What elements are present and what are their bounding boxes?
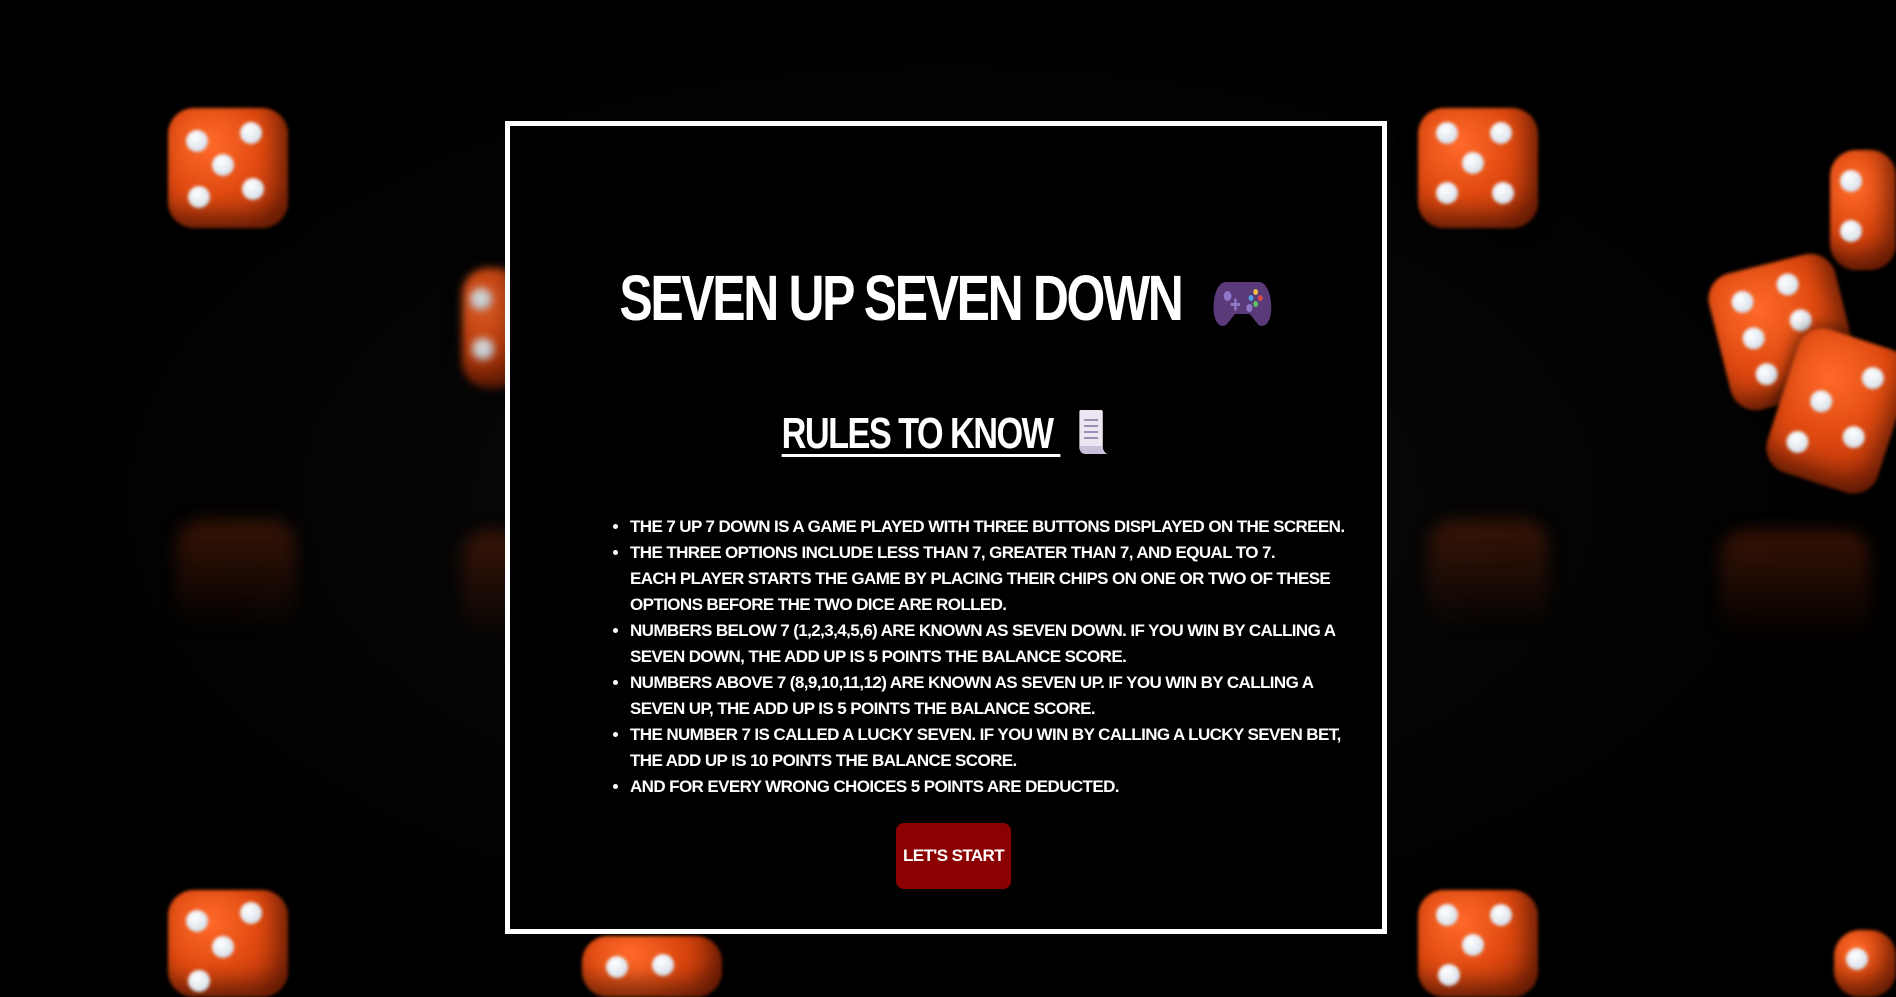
dice-decoration	[582, 936, 722, 997]
list-item: And for every wrong choices 5 points are…	[630, 774, 1352, 800]
rules-heading-text: RULES TO KNOW	[781, 409, 1054, 458]
page-title-text: SEVEN UP SEVEN DOWN	[619, 262, 1183, 334]
dice-decoration	[1830, 150, 1896, 270]
dice-reflection	[1720, 530, 1870, 640]
rules-panel: SEVEN UP SEVEN DOWN RULES TO KNOW • THE …	[505, 121, 1387, 934]
list-item: Numbers above 7 (8,9,10,11,12) are known…	[630, 670, 1352, 722]
game-screen: SEVEN UP SEVEN DOWN RULES TO KNOW • THE …	[0, 0, 1896, 997]
list-item: The three options include less than 7, g…	[630, 540, 1352, 618]
dice-reflection	[176, 520, 296, 630]
game-controller-icon	[1212, 269, 1273, 326]
dice-decoration	[1834, 930, 1896, 997]
start-button[interactable]: LET'S START	[896, 823, 1011, 889]
scroll-icon	[1074, 408, 1110, 458]
rules-list: The 7 up 7 down is a game played with th…	[608, 514, 1352, 800]
dice-decoration	[1418, 890, 1538, 997]
dice-decoration	[168, 890, 288, 997]
list-item: The number 7 is called a Lucky Seven. If…	[630, 722, 1352, 774]
page-title: SEVEN UP SEVEN DOWN	[606, 261, 1286, 335]
dice-reflection	[1428, 520, 1548, 630]
list-item: The 7 up 7 down is a game played with th…	[630, 514, 1352, 540]
rules-heading: RULES TO KNOW	[606, 408, 1286, 459]
list-item: Numbers below 7 (1,2,3,4,5,6) are known …	[630, 618, 1352, 670]
dice-decoration	[168, 108, 288, 228]
dice-decoration	[1418, 108, 1538, 228]
